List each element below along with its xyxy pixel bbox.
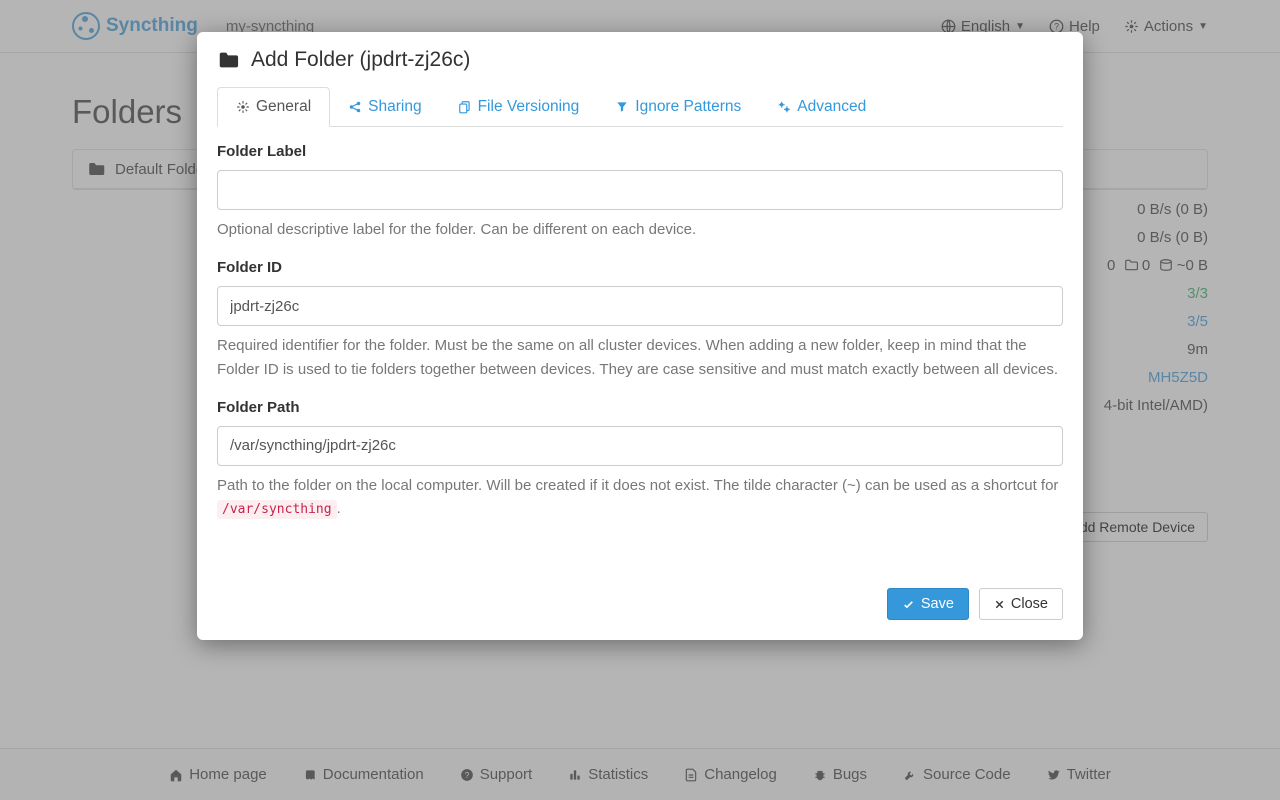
modal-header: Add Folder (jpdrt-zj26c) bbox=[197, 32, 1083, 86]
folder-label-help: Optional descriptive label for the folde… bbox=[217, 218, 1063, 241]
tab-general[interactable]: General bbox=[217, 87, 330, 127]
folder-id-input[interactable] bbox=[217, 286, 1063, 326]
modal-tabs: General Sharing File Versioning Ignore P… bbox=[217, 86, 1063, 127]
close-button[interactable]: Close bbox=[979, 588, 1063, 620]
close-icon bbox=[994, 599, 1005, 610]
modal-title: Add Folder (jpdrt-zj26c) bbox=[251, 48, 470, 72]
tab-file-versioning[interactable]: File Versioning bbox=[440, 87, 598, 127]
folder-label-input[interactable] bbox=[217, 170, 1063, 210]
folder-label-label: Folder Label bbox=[217, 143, 1063, 160]
tab-ignore-patterns[interactable]: Ignore Patterns bbox=[597, 87, 759, 127]
folder-path-group: Folder Path Path to the folder on the lo… bbox=[217, 399, 1063, 521]
gear-icon bbox=[236, 100, 250, 114]
folder-label-group: Folder Label Optional descriptive label … bbox=[217, 143, 1063, 241]
check-icon bbox=[902, 598, 915, 611]
folder-path-help: Path to the folder on the local computer… bbox=[217, 474, 1063, 521]
folder-path-label: Folder Path bbox=[217, 399, 1063, 416]
tab-advanced[interactable]: Advanced bbox=[759, 87, 884, 127]
path-code: /var/syncthing bbox=[217, 500, 337, 519]
cogs-icon bbox=[777, 100, 791, 114]
folder-icon bbox=[217, 49, 239, 71]
add-folder-modal: Add Folder (jpdrt-zj26c) General Sharing… bbox=[197, 32, 1083, 640]
tab-sharing[interactable]: Sharing bbox=[330, 87, 439, 127]
folder-id-help: Required identifier for the folder. Must… bbox=[217, 334, 1063, 381]
save-button[interactable]: Save bbox=[887, 588, 969, 620]
folder-path-input[interactable] bbox=[217, 426, 1063, 466]
folder-id-label: Folder ID bbox=[217, 259, 1063, 276]
share-icon bbox=[348, 100, 362, 114]
filter-icon bbox=[615, 100, 629, 114]
folder-id-group: Folder ID Required identifier for the fo… bbox=[217, 259, 1063, 381]
files-icon bbox=[458, 100, 472, 114]
modal-footer: Save Close bbox=[197, 558, 1083, 640]
